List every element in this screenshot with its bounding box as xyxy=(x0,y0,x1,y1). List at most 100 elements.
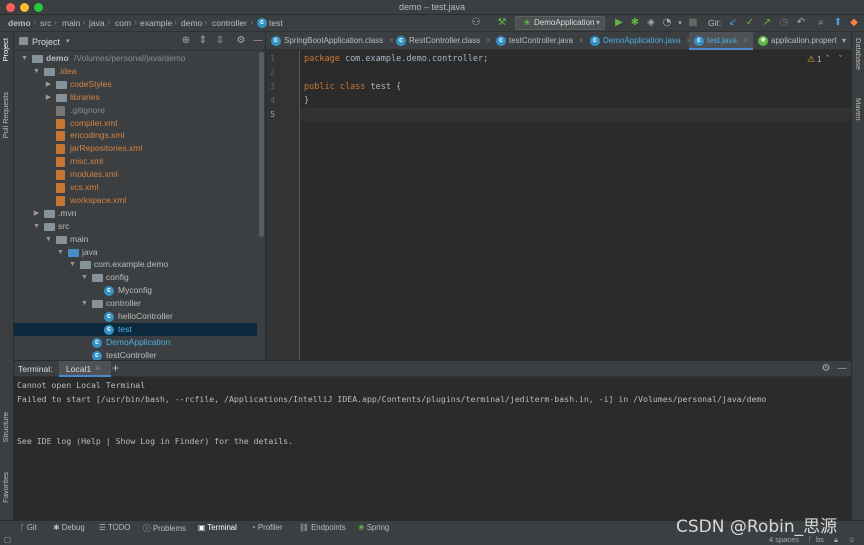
tree-item-java[interactable]: ▼ java xyxy=(14,246,257,259)
chevron-down-icon[interactable]: ▼ xyxy=(32,220,41,233)
tree-item-encodings-xml[interactable]: encodings.xml xyxy=(14,129,257,142)
add-terminal-button[interactable]: + xyxy=(112,361,119,375)
warning-icon[interactable]: ⚠ xyxy=(807,54,815,65)
tool-button-endpoints[interactable]: ⛓ Endpoints xyxy=(299,523,346,532)
tree-item-mvn[interactable]: ▶ .mvn xyxy=(14,207,257,220)
git-push-icon[interactable]: ↗ xyxy=(761,17,773,29)
git-update-icon[interactable]: ↙ xyxy=(727,17,739,29)
tree-item-testcontroller[interactable]: c testController xyxy=(14,349,257,360)
project-panel-title[interactable]: Project xyxy=(32,37,60,47)
locate-icon[interactable]: ⊕ xyxy=(180,35,192,47)
tree-item-modules-xml[interactable]: modules.xml xyxy=(14,168,257,181)
tool-tab-structure[interactable]: Structure xyxy=(1,412,10,442)
breadcrumb-item[interactable]: com xyxy=(115,18,131,28)
tool-button-terminal[interactable]: ▣ Terminal xyxy=(198,523,237,532)
tree-item-codestyles[interactable]: ▶ codeStyles xyxy=(14,78,257,91)
tool-button-problems[interactable]: ⓘ Problems xyxy=(143,523,186,534)
tab-testcontroller-java[interactable]: c testController.java × xyxy=(491,32,585,50)
breadcrumb-item[interactable]: demo xyxy=(8,18,31,28)
terminal-output[interactable]: Cannot open Local Terminal Failed to sta… xyxy=(14,377,851,520)
hammer-icon[interactable]: ⚒ xyxy=(496,17,508,29)
tree-item-demo[interactable]: ▼ demo/Volumes/personal/java/demo xyxy=(14,52,257,65)
coverage-icon[interactable]: ◈ xyxy=(645,17,657,29)
debug-icon[interactable]: ✱ xyxy=(629,17,641,29)
chevron-down-icon[interactable]: ▼ xyxy=(44,233,53,246)
run-icon[interactable]: ▶ xyxy=(613,17,625,29)
collapse-all-icon[interactable]: ⇳ xyxy=(214,35,226,47)
profile-icon[interactable]: ◔ xyxy=(661,17,673,29)
chevron-down-icon[interactable]: ▼ xyxy=(56,246,65,259)
breadcrumb-item[interactable]: src xyxy=(40,18,51,28)
hide-icon[interactable]: — xyxy=(836,363,848,375)
chevron-right-icon[interactable]: ▶ xyxy=(32,207,41,220)
chevron-down-icon[interactable]: ▾ xyxy=(838,35,850,47)
chevron-down-icon[interactable]: ▼ xyxy=(32,65,41,78)
tree-item-com-example-demo[interactable]: ▼ com.example.demo xyxy=(14,258,257,271)
tool-button-debug[interactable]: ✱ Debug xyxy=(53,523,85,532)
chevron-down-icon[interactable]: ▼ xyxy=(80,297,89,310)
tree-item-controller[interactable]: ▼ controller xyxy=(14,297,257,310)
close-icon[interactable]: × xyxy=(743,36,748,45)
tree-item-myconfig[interactable]: c Myconfig xyxy=(14,284,257,297)
tree-item-main[interactable]: ▼ main xyxy=(14,233,257,246)
tree-item-misc-xml[interactable]: misc.xml xyxy=(14,155,257,168)
tree-item-hellocontroller[interactable]: c helloController xyxy=(14,310,257,323)
stop-icon[interactable]: ■ xyxy=(687,17,699,29)
tab-demoapplication-java[interactable]: c DemoApplication.java× xyxy=(585,32,691,50)
tab-application-properties[interactable]: ❀ application.propert xyxy=(753,32,838,50)
breadcrumb-item[interactable]: java xyxy=(89,18,105,28)
tree-item-vcs-xml[interactable]: vcs.xml xyxy=(14,181,257,194)
tab-springbootapplication-class[interactable]: c SpringBootApplication.class × xyxy=(266,32,394,50)
tree-item-compiler-xml[interactable]: compiler.xml xyxy=(14,117,257,130)
tool-tab-database[interactable]: Database xyxy=(854,38,863,70)
close-icon[interactable]: × xyxy=(95,363,100,373)
chevron-down-icon[interactable]: ˇ xyxy=(839,54,842,64)
tree-item-test[interactable]: c test xyxy=(14,322,257,336)
tree-item-demoapplication[interactable]: c DemoApplication xyxy=(14,336,257,349)
tree-item-src[interactable]: ▼ src xyxy=(14,220,257,233)
chevron-down-icon[interactable]: ▼ xyxy=(20,52,29,65)
tree-item-jarrepositories-xml[interactable]: jarRepositories.xml xyxy=(14,142,257,155)
history-icon[interactable]: ◷ xyxy=(778,17,790,29)
breadcrumb-item[interactable]: test xyxy=(269,18,283,28)
user-icon[interactable]: ⚇ xyxy=(470,17,482,29)
tool-button-profiler[interactable]: ◔ Profiler xyxy=(251,523,283,532)
gear-icon[interactable]: ⚙ xyxy=(235,35,247,47)
chevron-right-icon[interactable]: ▶ xyxy=(44,78,53,91)
terminal-tab-local1[interactable]: Local1 × xyxy=(59,361,111,377)
tree-item-gitignore[interactable]: .gitignore xyxy=(14,104,257,117)
tree-item-libraries[interactable]: ▶ libraries xyxy=(14,91,257,104)
tree-item-idea[interactable]: ▼ .idea xyxy=(14,65,257,78)
chevron-right-icon[interactable]: ▶ xyxy=(44,91,53,104)
tab-test-java[interactable]: c test.java × xyxy=(689,32,753,50)
breadcrumb-item[interactable]: main xyxy=(62,18,80,28)
tool-tab-favorites[interactable]: Favorites xyxy=(1,472,10,503)
breadcrumb-item[interactable]: demo xyxy=(181,18,202,28)
close-icon[interactable]: × xyxy=(579,36,584,45)
inspector-icon[interactable]: ☺ xyxy=(848,535,856,544)
tool-button-todo[interactable]: ☰ TODO xyxy=(99,523,130,532)
tool-tab-project[interactable]: Project xyxy=(1,38,10,61)
panel-toggle-icon[interactable]: ▢ xyxy=(4,535,11,544)
jetbrains-icon[interactable]: ◆ xyxy=(848,17,860,29)
breadcrumb-item[interactable]: controller xyxy=(212,18,247,28)
tool-tab-maven[interactable]: Maven xyxy=(854,98,863,121)
hide-icon[interactable]: — xyxy=(252,35,264,47)
tool-button-git[interactable]: ᚴ Git xyxy=(20,523,37,532)
chevron-down-icon[interactable]: ▾ xyxy=(674,17,686,29)
project-scrollbar[interactable] xyxy=(259,52,264,237)
gear-icon[interactable]: ⚙ xyxy=(820,363,832,375)
rollback-icon[interactable]: ↶ xyxy=(795,17,807,29)
chevron-down-icon[interactable]: ▾ xyxy=(66,37,70,45)
tree-item-workspace-xml[interactable]: workspace.xml xyxy=(14,194,257,207)
breadcrumb-item[interactable]: example xyxy=(140,18,172,28)
update-icon[interactable]: ⬆ xyxy=(832,17,844,29)
tool-tab-pull-requests[interactable]: Pull Requests xyxy=(1,92,10,138)
expand-all-icon[interactable]: ⇕ xyxy=(197,35,209,47)
chevron-down-icon[interactable]: ▼ xyxy=(80,271,89,284)
tab-restcontroller-class[interactable]: c RestController.class × xyxy=(391,32,491,50)
chevron-down-icon[interactable]: ▼ xyxy=(68,258,77,271)
git-commit-icon[interactable]: ✓ xyxy=(744,17,756,29)
search-icon[interactable]: ⌕ xyxy=(815,17,827,29)
code-editor[interactable]: package com.example.demo.controller; pub… xyxy=(300,50,851,360)
